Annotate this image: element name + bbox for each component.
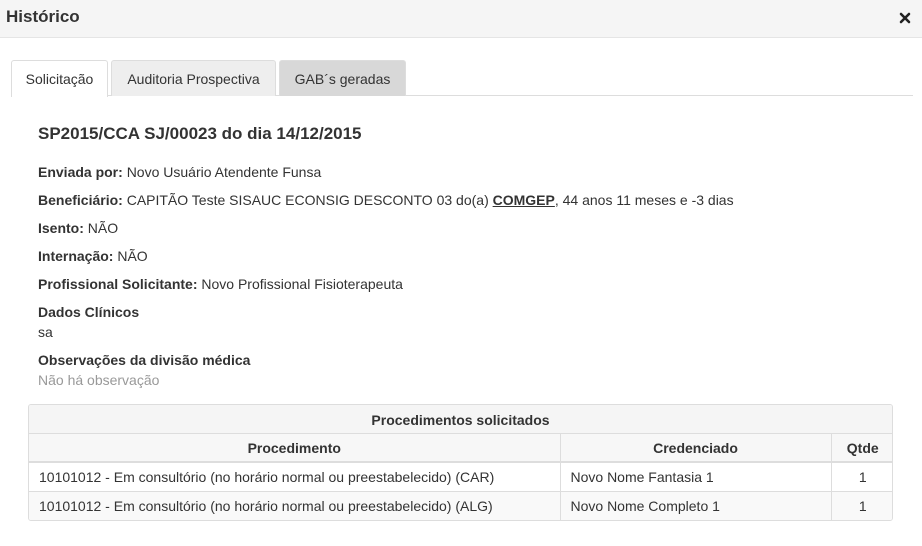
beneficiary-org: COMGEP [492,192,555,208]
modal-header: Histórico [0,0,922,38]
procedure-cell: 10101012 - Em consultório (no horário no… [29,491,561,520]
table-header-row: Procedimento Credenciado Qtde [29,434,892,463]
hospitalization-label: Internação: [38,248,114,264]
beneficiary-value: CAPITÃO Teste SISAUC ECONSIG DESCONTO 03… [126,192,489,208]
procedures-panel: Procedimentos solicitados Procedimento C… [28,404,893,521]
provider-cell: Novo Nome Completo 1 [560,491,832,520]
request-details: SP2015/CCA SJ/00023 do dia 14/12/2015 En… [38,124,898,388]
observations-label-text: Observações da divisão médica [38,352,251,368]
exempt-label: Isento: [38,220,84,236]
exempt-value: NÃO [87,220,119,236]
professional-value: Novo Profissional Fisioterapeuta [201,276,403,292]
clinical-value: sa [38,324,53,340]
observations-value: Não há observação [38,372,160,388]
sent-by-value: Novo Usuário Atendente Funsa [126,164,322,180]
hospitalization-line: Internação: NÃO [38,248,148,264]
table-row: 10101012 - Em consultório (no horário no… [29,491,892,520]
column-header-procedimento: Procedimento [29,434,561,463]
professional-line: Profissional Solicitante: Novo Profissio… [38,276,403,292]
tab-bar: Solicitação Auditoria Prospectiva GAB´s … [11,60,913,97]
exempt-line: Isento: NÃO [38,220,118,236]
professional-label: Profissional Solicitante: [38,276,198,292]
qty-cell: 1 [831,491,892,520]
table-row: 10101012 - Em consultório (no horário no… [29,462,892,492]
modal-title: Histórico [6,7,80,26]
tab-solicitacao[interactable]: Solicitação [11,60,108,97]
clinical-label: Dados Clínicos [38,304,139,320]
request-title: SP2015/CCA SJ/00023 do dia 14/12/2015 [38,124,362,143]
sent-by-line: Enviada por: Novo Usuário Atendente Funs… [38,164,321,180]
procedures-heading: Procedimentos solicitados [29,405,892,434]
tab-auditoria-prospectiva[interactable]: Auditoria Prospectiva [111,60,276,96]
procedure-cell: 10101012 - Em consultório (no horário no… [29,462,561,492]
qty-cell: 1 [831,462,892,492]
close-icon[interactable] [898,11,912,25]
observations-label: Observações da divisão médica [38,352,250,368]
hospitalization-value: NÃO [117,248,148,264]
sent-by-label: Enviada por: [38,164,123,180]
beneficiary-label: Beneficiário: [38,192,123,208]
beneficiary-line: Beneficiário: CAPITÃO Teste SISAUC ECONS… [38,192,734,208]
column-header-qtde: Qtde [831,434,892,463]
beneficiary-age: , 44 anos 11 meses e -3 dias [554,192,734,208]
provider-cell: Novo Nome Fantasia 1 [560,462,832,492]
clinical-label-text: Dados Clínicos [38,304,140,320]
tab-gabs-geradas[interactable]: GAB´s geradas [279,60,406,96]
procedures-table: Procedimento Credenciado Qtde 10101012 -… [29,434,892,520]
column-header-credenciado: Credenciado [560,434,832,463]
